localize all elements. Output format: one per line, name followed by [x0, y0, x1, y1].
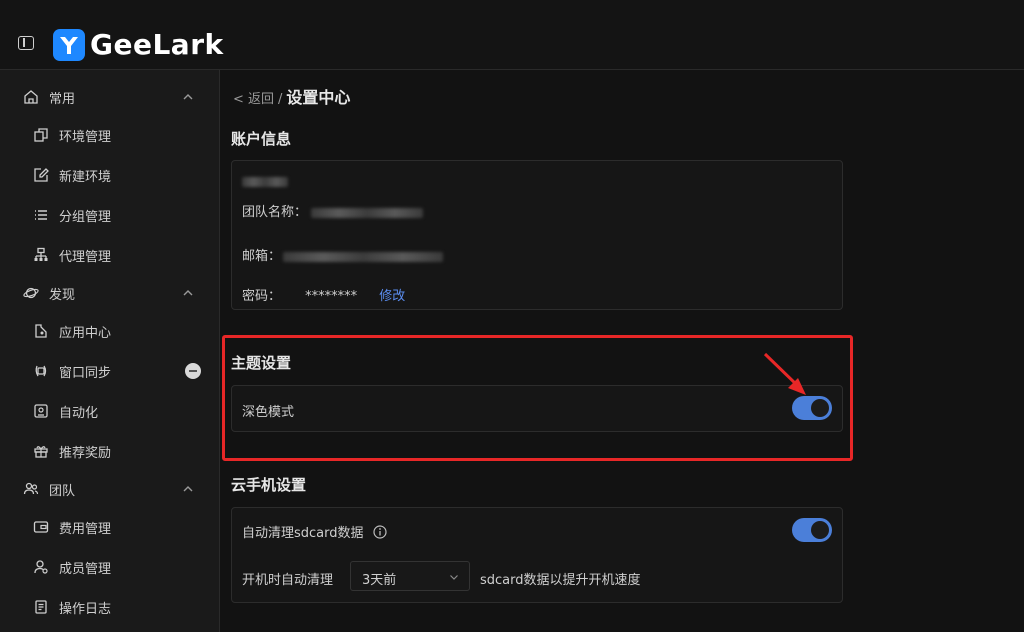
- annotation-arrow-icon: [763, 352, 806, 395]
- sync-status-badge: [185, 363, 201, 379]
- sidebar-section-label: 发现: [49, 287, 76, 303]
- boot-clean-select[interactable]: 3天前: [350, 561, 470, 591]
- password-value: ********: [305, 289, 358, 304]
- auto-clean-row: 自动清理sdcard数据: [242, 522, 387, 541]
- geelark-logo-icon: [53, 29, 85, 61]
- top-bar: GeeLark: [0, 0, 1024, 70]
- sidebar-item-logs[interactable]: 操作日志: [0, 589, 220, 625]
- sidebar-item-app-center[interactable]: 应用中心: [0, 313, 220, 349]
- sidebar-item-groups[interactable]: 分组管理: [0, 197, 220, 233]
- sidebar-item-label: 推荐奖励: [59, 445, 112, 461]
- boot-clean-suffix: sdcard数据以提升开机速度: [480, 573, 641, 588]
- back-link[interactable]: < 返回: [233, 88, 274, 107]
- sidebar-item-window-sync[interactable]: 窗口同步: [0, 353, 220, 389]
- chevron-up-icon[interactable]: [181, 482, 195, 496]
- info-icon[interactable]: [373, 525, 387, 539]
- sidebar-item-label: 费用管理: [59, 521, 112, 537]
- auto-clean-label: 自动清理sdcard数据: [242, 526, 364, 541]
- sidebar-item-proxy[interactable]: 代理管理: [0, 237, 220, 273]
- chevron-up-icon[interactable]: [181, 90, 195, 104]
- sidebar-toggle-icon[interactable]: [18, 36, 34, 50]
- sidebar-item-label: 操作日志: [59, 601, 112, 617]
- app-logo: GeeLark: [53, 29, 224, 61]
- list-icon: [35, 210, 47, 220]
- home-icon: [24, 90, 38, 104]
- sidebar-section-common[interactable]: 常用: [0, 81, 220, 113]
- sidebar-item-referral[interactable]: 推荐奖励: [0, 433, 220, 469]
- planet-icon: [23, 287, 39, 299]
- breadcrumb-separator: /: [278, 92, 283, 107]
- cloud-phone-card: 自动清理sdcard数据 开机时自动清理 3天前 sdcard数据以提升开机速度: [231, 507, 843, 603]
- sidebar-item-billing[interactable]: 费用管理: [0, 509, 220, 545]
- sidebar-item-label: 新建环境: [59, 169, 112, 185]
- boot-clean-label: 开机时自动清理: [242, 573, 334, 588]
- password-row: 密码： ******** 修改: [242, 285, 405, 304]
- account-section-title: 账户信息: [231, 130, 292, 148]
- network-icon: [34, 247, 48, 261]
- boot-clean-value: 3天前: [362, 573, 397, 588]
- email-row: 邮箱：: [242, 245, 444, 264]
- environment-icon: [34, 128, 48, 142]
- team-icon: [23, 482, 39, 495]
- team-name-label: 团队名称：: [242, 205, 308, 220]
- sidebar-item-label: 窗口同步: [59, 365, 112, 381]
- sync-icon: [35, 365, 47, 377]
- chevron-down-icon: [450, 575, 458, 580]
- modify-password-link[interactable]: 修改: [379, 289, 405, 304]
- theme-highlight-box: [222, 335, 853, 461]
- email-redacted: [283, 251, 444, 262]
- sidebar-item-label: 自动化: [59, 405, 99, 421]
- sidebar-item-members[interactable]: 成员管理: [0, 549, 220, 585]
- app-center-icon: [35, 324, 47, 338]
- sidebar-section-label: 常用: [49, 91, 76, 107]
- sidebar: 常用 环境管理 新建环境 分组管理 代理管理 发现 应用中心 窗口同步 自动化 …: [0, 70, 220, 632]
- cloud-phone-section-title: 云手机设置: [231, 476, 307, 494]
- log-icon: [35, 600, 47, 614]
- sidebar-item-label: 代理管理: [59, 249, 112, 265]
- password-label: 密码：: [242, 289, 282, 304]
- account-card: 团队名称： 邮箱： 密码： ******** 修改: [231, 160, 843, 310]
- member-icon: [34, 560, 48, 574]
- team-name-row: 团队名称：: [242, 201, 424, 220]
- sidebar-item-label: 应用中心: [59, 325, 112, 341]
- automation-icon: [34, 404, 48, 418]
- sidebar-section-team[interactable]: 团队: [0, 473, 220, 505]
- app-logo-text: GeeLark: [90, 28, 224, 61]
- chevron-up-icon[interactable]: [181, 286, 195, 300]
- auto-clean-toggle[interactable]: [792, 518, 832, 542]
- email-label: 邮箱：: [242, 249, 282, 264]
- sidebar-item-new-environment[interactable]: 新建环境: [0, 157, 220, 193]
- sidebar-item-automation[interactable]: 自动化: [0, 393, 220, 429]
- breadcrumb: < 返回 / 设置中心: [233, 84, 350, 108]
- sidebar-item-label: 成员管理: [59, 561, 112, 577]
- team-name-redacted: [311, 207, 424, 218]
- sidebar-item-label: 环境管理: [59, 129, 112, 145]
- sidebar-item-label: 分组管理: [59, 209, 112, 225]
- edit-icon: [34, 168, 49, 182]
- gift-icon: [34, 446, 48, 458]
- wallet-icon: [33, 521, 49, 533]
- sidebar-section-label: 团队: [49, 483, 76, 499]
- username-redacted: [242, 174, 288, 189]
- sidebar-section-discover[interactable]: 发现: [0, 277, 220, 309]
- page-title: 设置中心: [286, 88, 351, 107]
- sidebar-item-environment[interactable]: 环境管理: [0, 117, 220, 153]
- toggle-knob: [811, 521, 829, 539]
